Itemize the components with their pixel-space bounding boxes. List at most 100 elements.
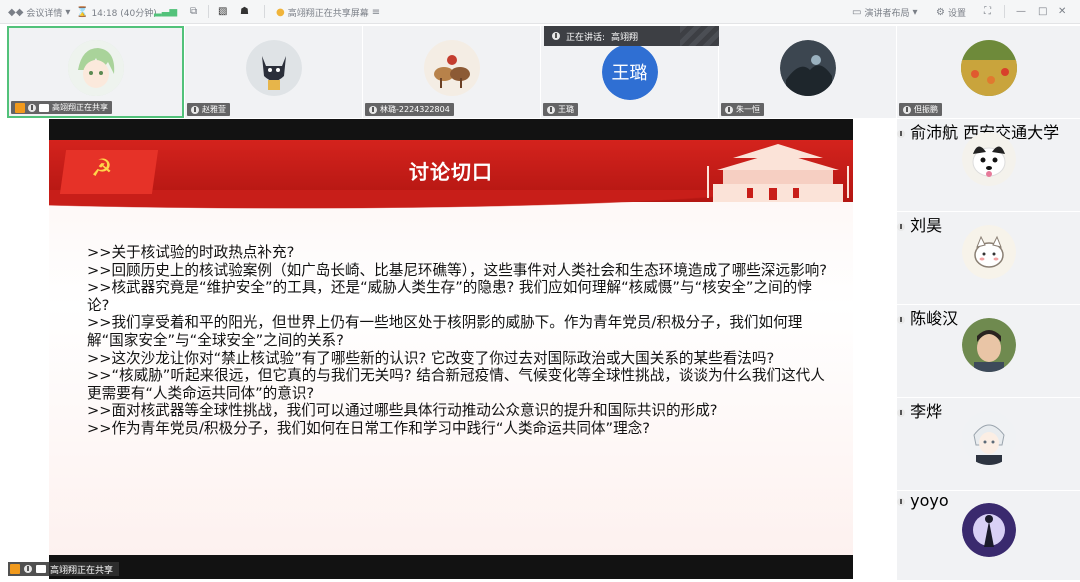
- slide-line: >>“核威胁”听起来很远，但它真的与我们无关吗? 结合新冠疫情、气候变化等全球性…: [87, 367, 825, 402]
- speaker-layout-button[interactable]: ▭ 演讲者布局 ▾: [852, 6, 918, 19]
- popout-button[interactable]: ⧉: [190, 6, 197, 17]
- banner-decoration: [680, 26, 720, 46]
- video-tile[interactable]: 陈峻汉: [897, 305, 1080, 397]
- bottom-status-label: 高翊翔正在共享: [50, 565, 114, 576]
- speaking-name: 高翊翔: [611, 32, 639, 43]
- participant-name: 王璐: [558, 105, 574, 114]
- meeting-details-button[interactable]: ◆◆ 会议详情 ▾: [8, 6, 70, 19]
- chevron-down-icon: ▾: [65, 7, 71, 18]
- avatar: [961, 411, 1016, 466]
- share-dot-icon: ●: [276, 7, 285, 18]
- slide-line: >>核武器究竟是“维护安全”的工具，还是“威胁人类生存”的隐患? 我们应如何理解…: [87, 279, 812, 314]
- avatar: [245, 40, 302, 97]
- video-tile[interactable]: 俞沛航 西安交通大学: [897, 119, 1080, 211]
- mic-icon: [547, 105, 555, 114]
- active-speaker-banner: 正在讲话: 高翊翔: [544, 26, 720, 46]
- chevron-down-icon: ▾: [912, 7, 918, 18]
- initials-avatar: 王璐: [601, 44, 658, 100]
- nameplate: 王璐: [543, 103, 578, 116]
- video-tile[interactable]: 林璐-2224322804: [363, 26, 540, 118]
- avatar: 王璐: [601, 44, 658, 100]
- avatar: [423, 40, 480, 97]
- meeting-timer: ⌛ 14:18 (40分钟): [76, 6, 157, 19]
- settings-button[interactable]: ⚙ 设置: [936, 6, 966, 19]
- mic-icon: [897, 498, 905, 506]
- slide-body: >>关于核试验的时政热点补充? >>回顾历史上的核试验案例（如广岛长崎、比基尼环…: [87, 244, 827, 438]
- sharing-status-label: 高翊翔正在共享屏幕: [287, 9, 369, 19]
- mic-icon: [903, 105, 911, 114]
- participant-name: 刘昊: [910, 216, 943, 235]
- nameplate: 朱一恒: [721, 103, 764, 116]
- layout-button[interactable]: ☗: [240, 6, 249, 17]
- nameplate: 但振鹏: [899, 103, 942, 116]
- video-tile[interactable]: 刘昊: [897, 212, 1080, 304]
- mic-icon: [897, 130, 905, 138]
- share-icon: [36, 565, 46, 573]
- stop-share-button[interactable]: ▧: [218, 6, 227, 17]
- mic-icon: [897, 316, 905, 324]
- avatar: [960, 40, 1017, 97]
- participant-name: 陈峻汉: [910, 309, 959, 328]
- meeting-logo-icon: ◆◆: [8, 7, 24, 18]
- participant-name: 朱一恒: [736, 105, 760, 114]
- slide-line: >>关于核试验的时政热点补充?: [87, 244, 295, 261]
- divider: [208, 5, 209, 18]
- video-tile[interactable]: 赵雅萱: [185, 26, 362, 118]
- mic-icon: [552, 32, 560, 40]
- nameplate: 林璐-2224322804: [365, 103, 454, 116]
- nameplate: 赵雅萱: [187, 103, 230, 116]
- sharing-status: ● 高翊翔正在共享屏幕 ≡: [276, 6, 380, 19]
- gear-icon: ⚙: [936, 7, 945, 18]
- speaking-prefix: 正在讲话:: [566, 32, 606, 43]
- slide-line: >>回顾历史上的核试验案例（如广岛长崎、比基尼环礁等），这些事件对人类社会和生态…: [87, 261, 827, 279]
- slide-line: >>作为青年党员/积极分子，我们如何在日常工作和学习中践行“人类命运共同体”理念…: [87, 419, 651, 437]
- divider: [1004, 5, 1005, 18]
- video-tile[interactable]: 李烨: [897, 398, 1080, 490]
- participant-name: 但振鹏: [914, 105, 938, 114]
- host-icon: [10, 564, 20, 574]
- fullscreen-icon: ⛶: [984, 6, 991, 17]
- mic-icon: [369, 105, 377, 114]
- close-button[interactable]: ✕: [1058, 6, 1066, 17]
- tiananmen-icon: [707, 144, 849, 202]
- signal-icon: ▂▃▅: [154, 6, 178, 17]
- mic-icon: [897, 223, 905, 231]
- presentation-slide: ☭ 讨论切口 >>关于核试验的时政热点补充? >>回顾历史上的核试验案例（如广岛…: [49, 140, 853, 555]
- meeting-details-label: 会议详情: [26, 9, 63, 19]
- video-tile[interactable]: yoyo: [897, 491, 1080, 580]
- video-tile[interactable]: 朱一恒: [719, 26, 896, 118]
- minimize-icon: —: [1016, 6, 1026, 17]
- bottom-share-status: 高翊翔正在共享: [8, 562, 120, 576]
- slide-header: ☭ 讨论切口: [49, 140, 853, 212]
- slide-line: >>面对核武器等全球性挑战，我们可以通过哪些具体行动推动公众意识的提升和国际共识…: [87, 402, 718, 420]
- maximize-icon: □: [1038, 6, 1048, 17]
- nameplate: 高翊翔正在共享: [11, 101, 112, 114]
- video-tile-host[interactable]: 高翊翔正在共享: [7, 26, 184, 118]
- share-icon: [39, 103, 49, 112]
- avatar: [779, 40, 836, 97]
- video-tile[interactable]: 但振鹏: [897, 26, 1080, 118]
- minimize-button[interactable]: —: [1016, 6, 1026, 17]
- avatar: [67, 40, 124, 97]
- mic-icon: [28, 103, 36, 112]
- top-toolbar: ◆◆ 会议详情 ▾ ⌛ 14:18 (40分钟) ▂▃▅ ⧉ ▧ ☗ ● 高翊翔…: [0, 0, 1080, 24]
- fullscreen-button[interactable]: ⛶: [984, 6, 991, 17]
- speaker-layout-label: 演讲者布局: [864, 9, 910, 19]
- host-icon: [15, 102, 25, 113]
- avatar: [961, 132, 1016, 187]
- participant-name: 赵雅萱: [202, 105, 226, 114]
- mic-icon: [725, 105, 733, 114]
- hourglass-icon: ⌛: [76, 7, 89, 18]
- settings-label: 设置: [947, 9, 966, 19]
- popout-icon: ⧉: [190, 6, 198, 17]
- avatar: [961, 225, 1016, 280]
- participant-name: 高翊翔正在共享: [52, 103, 108, 112]
- close-icon: ✕: [1058, 6, 1067, 17]
- divider: [264, 5, 265, 18]
- mic-icon: [191, 105, 199, 114]
- timer-label: 14:18 (40分钟): [91, 9, 157, 19]
- maximize-button[interactable]: □: [1038, 6, 1047, 17]
- avatar: [961, 318, 1016, 373]
- avatar: [961, 503, 1016, 558]
- participant-name: 林璐-2224322804: [380, 105, 450, 114]
